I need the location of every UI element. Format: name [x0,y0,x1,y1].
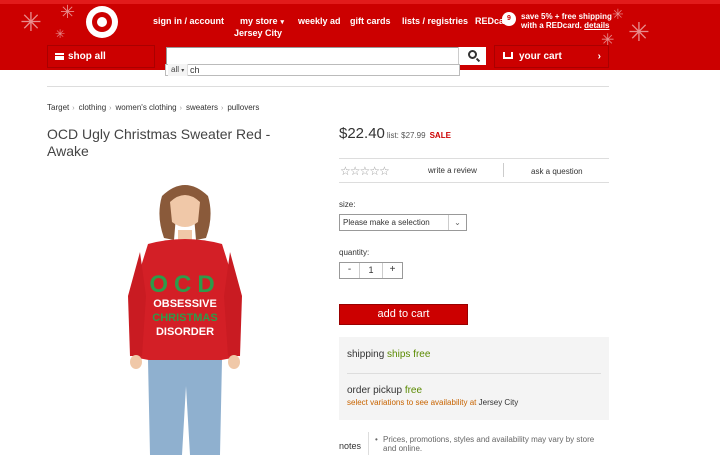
menu-icon [55,53,64,60]
increase-quantity-button[interactable]: + [382,263,402,278]
snowflake-icon: ✳ [60,2,76,23]
search-category-label: all [171,65,180,74]
chevron-right-icon: › [220,105,224,112]
my-store-label: my store [240,16,278,26]
breadcrumb-item[interactable]: Target [47,103,69,112]
promo-line-2-text: with a REDcard. [521,21,582,30]
redcard-promo: save 5% + free shipping with a REDcard. … [521,12,612,30]
chevron-right-icon: › [597,51,601,62]
chevron-right-icon: › [109,105,112,112]
chevron-down-icon: ▾ [280,19,285,26]
breadcrumb-item[interactable]: clothing [79,103,107,112]
search-suggestion-dropdown[interactable] [165,64,460,76]
breadcrumb: Target › clothing › women's clothing › sweater… [47,103,259,112]
divider [339,182,609,183]
your-cart-button[interactable]: your cart › [494,45,609,68]
pickup-availability-text: select variations to see availability at [347,398,477,407]
chevron-down-icon: ▾ [181,68,185,74]
notes-line-1: Prices, promotions, styles and availabil… [383,435,595,444]
weekly-ad-link[interactable]: weekly ad [298,16,341,26]
search-button[interactable] [458,47,486,65]
list-price: list: $27.99 [386,131,426,140]
notes-text: Prices, promotions, styles and availabil… [375,435,615,453]
product-title: OCD Ugly Christmas Sweater Red - Awake [47,126,271,159]
pickup-info: order pickup free [347,385,422,396]
my-store-city[interactable]: Jersey City [234,28,282,38]
quantity-input[interactable]: 1 [360,263,382,278]
rating-stars-icon[interactable]: ☆☆☆☆☆ [340,164,390,178]
gift-cards-link[interactable]: gift cards [350,16,391,26]
sale-badge: SALE [429,131,451,140]
target-logo-icon[interactable] [86,6,118,38]
promo-line-2: with a REDcard. details [521,21,612,30]
redcard-badge: 9 [502,12,516,26]
chevron-right-icon: › [72,105,75,112]
shipping-value: ships free [387,349,431,360]
pickup-availability: select variations to see availability at… [347,398,518,407]
sweater-text-line: DISORDER [156,326,214,338]
pickup-value: free [404,385,423,396]
divider [368,432,369,455]
size-label: size: [339,200,356,209]
promo-details-link[interactable]: details [584,21,609,30]
product-image[interactable]: OCD OBSESSIVE CHRISTMAS DISORDER [110,176,260,455]
price: $22.40 [339,125,385,142]
my-store-menu[interactable]: my store ▾ [240,16,284,26]
snowflake-icon: ✳ [628,18,650,48]
search-input[interactable] [166,47,486,65]
divider [503,163,504,177]
lists-registries-link[interactable]: lists / registries [402,16,468,26]
pickup-store-link[interactable]: Jersey City [479,398,519,407]
decrease-quantity-button[interactable]: - [340,263,360,278]
divider [339,158,609,159]
snowflake-icon: ✳ [612,7,624,23]
ask-question-link[interactable]: ask a question [531,167,583,176]
cart-icon [503,52,513,59]
sweater-text-line: OBSESSIVE [153,298,217,310]
breadcrumb-item[interactable]: pullovers [227,103,259,112]
chevron-down-icon: ⌄ [448,215,466,230]
sign-in-link[interactable]: sign in / account [153,16,224,26]
divider [347,373,601,374]
sweater-text-line: CHRISTMAS [152,312,217,324]
write-review-link[interactable]: write a review [428,166,477,175]
quantity-stepper: - 1 + [339,262,403,279]
snowflake-icon: ✳ [20,8,42,38]
shipping-label: shipping [347,349,385,360]
quantity-label: quantity: [339,248,370,257]
sweater-text-ocd: OCD [149,271,220,298]
header-divider [47,86,609,87]
search-icon [468,50,477,59]
promo-line-1: save 5% + free shipping [521,12,612,21]
add-to-cart-button[interactable]: add to cart [339,304,468,325]
size-select[interactable]: Please make a selection ⌄ [339,214,467,231]
cart-label: your cart [519,51,562,62]
product-price-block: $22.40 list: $27.99 SALE [339,125,451,142]
snowflake-icon: ✳ [55,27,66,41]
notes-label: notes [339,441,362,451]
search-category-select[interactable]: all ▾ [168,64,189,76]
notes-line-2: and online. [383,444,423,453]
header-strip [0,0,720,4]
search-text[interactable]: ch [190,64,200,76]
shipping-info: shipping ships free [347,349,430,360]
breadcrumb-item[interactable]: women's clothing [116,103,177,112]
size-select-value: Please make a selection [343,218,430,227]
pickup-label: order pickup [347,385,403,396]
breadcrumb-item[interactable]: sweaters [186,103,218,112]
shop-all-categories-button[interactable]: shop all categories [47,45,155,84]
chevron-right-icon: › [179,105,182,112]
